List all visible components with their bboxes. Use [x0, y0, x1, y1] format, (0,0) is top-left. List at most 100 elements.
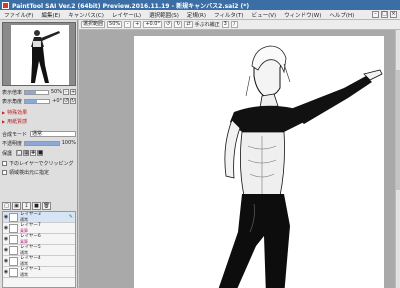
layer-mode: 通常 — [20, 250, 28, 255]
stabilizer-select[interactable]: 3 — [221, 21, 229, 28]
close-button[interactable]: × — [390, 11, 397, 18]
blend-mode-select[interactable]: 通常 — [30, 131, 76, 137]
lock-alpha-icon[interactable]: ■ — [37, 150, 44, 156]
menu-help[interactable]: ヘルプ(H) — [325, 11, 358, 19]
blend-mode-label: 合成モード — [2, 131, 28, 138]
zoom-value: 50% — [50, 89, 62, 95]
menu-window[interactable]: ウィンドウ(W) — [280, 11, 325, 19]
clip-row: 下のレイヤーでクリッピング — [2, 159, 76, 167]
clip-label: 下のレイヤーでクリッピング — [9, 160, 74, 167]
zoom-slider[interactable] — [24, 89, 49, 95]
rotate-ccw-icon[interactable]: ↺ — [164, 21, 173, 28]
layer-item[interactable]: ◉ レイヤー5 通常 — [3, 245, 75, 256]
expand-triangle-icon: ▶ — [2, 110, 6, 115]
layer-list: ◉ レイヤー3 通常 ✎ ◉ レイヤー7 乗算 ◉ レイヤー6 乗算 ◉ レイヤ… — [2, 211, 76, 288]
special-effects-section[interactable]: ▶ 特殊効果 — [2, 109, 76, 116]
clear-layer-button[interactable]: ■ — [32, 201, 41, 210]
layer-mode: 乗算 — [20, 228, 28, 233]
layer-thumbnail — [9, 223, 18, 233]
menu-file[interactable]: ファイル(F) — [0, 11, 37, 19]
stabilizer-label: 手ぶれ補正 — [194, 22, 220, 28]
angle-value: +0° — [52, 98, 62, 104]
layer-thumbnail — [9, 212, 18, 222]
layer-item[interactable]: ◉ レイヤー3 通常 ✎ — [3, 212, 75, 223]
layer-item[interactable]: ◉ レイヤー7 乗算 — [3, 223, 75, 234]
scrollbar-thumb[interactable] — [396, 70, 400, 190]
opacity-slider[interactable] — [24, 140, 60, 146]
layer-item[interactable]: ◉ レイヤー6 乗算 — [3, 234, 75, 245]
source-label: 領域検出元に指定 — [9, 169, 50, 176]
zoom-row: 表示倍率 50% - + — [2, 88, 76, 96]
layer-item[interactable]: ◉ レイヤー4 通常 — [3, 256, 75, 267]
expand-triangle-icon: ▶ — [2, 119, 6, 124]
menu-selection[interactable]: 選択範囲(S) — [145, 11, 183, 19]
app-icon — [2, 1, 9, 9]
drawing-canvas[interactable] — [134, 36, 384, 288]
paper-texture-section[interactable]: ▶ 用紙質感 — [2, 118, 76, 125]
title-bar: PaintTool SAI Ver.2 (64bit) Preview.2016… — [0, 0, 400, 10]
protect-label: 保護 — [2, 150, 13, 157]
lock-icon[interactable]: □ — [16, 150, 23, 156]
layer-item[interactable]: ◉ レイヤー1 通常 — [3, 267, 75, 278]
maximize-button[interactable]: □ — [381, 11, 388, 18]
blend-mode-row: 合成モード 通常 — [2, 130, 76, 138]
new-folder-button[interactable]: ▣ — [12, 201, 21, 210]
zoom-out-toolbar-button[interactable]: - — [124, 21, 132, 28]
window-title: PaintTool SAI Ver.2 (64bit) Preview.2016… — [12, 2, 250, 10]
paper-texture-label: 用紙質感 — [7, 119, 28, 125]
rotate-cw-icon[interactable]: ↻ — [174, 21, 183, 28]
zoom-label: 表示倍率 — [2, 89, 23, 96]
clip-checkbox[interactable] — [2, 160, 7, 166]
angle-row: 表示角度 +0° ↺ ↻ — [2, 97, 76, 105]
zoom-out-button[interactable]: - — [63, 89, 69, 95]
canvas-toolbar: 選択範囲 50% - + +0.0° ↺ ↻ ⇄ 手ぶれ補正 3 ∕ — [79, 20, 400, 30]
navigator-thumbnail — [11, 25, 69, 85]
layer-thumbnail — [9, 267, 18, 277]
zoom-select[interactable]: 50% — [107, 21, 123, 28]
pen-pressure-icon[interactable]: ∕ — [230, 21, 238, 28]
rotate-right-button[interactable]: ↻ — [70, 98, 76, 104]
opacity-row: 不透明度 100% — [2, 139, 76, 147]
angle-slider[interactable] — [24, 98, 51, 104]
rotate-left-button[interactable]: ↺ — [63, 98, 69, 104]
navigator-preview[interactable] — [2, 22, 76, 86]
flip-icon[interactable]: ⇄ — [184, 21, 193, 28]
source-checkbox[interactable] — [2, 169, 7, 175]
special-effects-label: 特殊効果 — [7, 110, 28, 116]
layer-mode: 通常 — [20, 217, 28, 222]
layer-actions: □ ▣ ↧ ■ 🗑 — [2, 201, 76, 210]
menu-layer[interactable]: レイヤー(L) — [108, 11, 145, 19]
canvas-area[interactable] — [79, 30, 400, 288]
selection-button[interactable]: 選択範囲 — [81, 21, 106, 28]
menu-edit[interactable]: 編集(E) — [37, 11, 64, 19]
figure-illustration — [218, 45, 383, 288]
layer-thumbnail — [9, 256, 18, 266]
source-row: 領域検出元に指定 — [2, 168, 76, 176]
angle-label: 表示角度 — [2, 98, 23, 105]
vertical-scrollbar[interactable] — [395, 30, 400, 288]
left-panel: 表示倍率 50% - + 表示角度 +0° ↺ ↻ ▶ 特殊効果 ▶ 用紙質感 … — [0, 20, 78, 288]
protect-row: 保護 □ ▦ ✚ ■ — [2, 149, 76, 157]
layer-mode: 通常 — [20, 261, 28, 266]
layer-mode: 乗算 — [20, 239, 28, 244]
layer-mode: 通常 — [20, 272, 28, 277]
window-controls: – □ × — [372, 11, 400, 18]
zoom-in-toolbar-button[interactable]: + — [133, 21, 142, 28]
menu-ruler[interactable]: 定規(R) — [183, 11, 210, 19]
menu-filter[interactable]: フィルタ(T) — [210, 11, 248, 19]
menu-bar: ファイル(F) 編集(E) キャンバス(C) レイヤー(L) 選択範囲(S) 定… — [0, 10, 400, 20]
minimize-button[interactable]: – — [372, 11, 379, 18]
delete-layer-button[interactable]: 🗑 — [42, 201, 51, 210]
layer-thumbnail — [9, 234, 18, 244]
menu-canvas[interactable]: キャンバス(C) — [64, 11, 108, 19]
menu-view[interactable]: ビュー(V) — [248, 11, 281, 19]
zoom-in-button[interactable]: + — [70, 89, 76, 95]
merge-down-button[interactable]: ↧ — [22, 201, 31, 210]
new-layer-button[interactable]: □ — [2, 201, 11, 210]
layer-thumbnail — [9, 245, 18, 255]
pen-icon: ✎ — [68, 214, 73, 220]
lock-move-icon[interactable]: ✚ — [30, 150, 37, 156]
navigator-figure-icon — [31, 30, 60, 83]
lock-pixel-icon[interactable]: ▦ — [23, 150, 30, 156]
angle-select[interactable]: +0.0° — [143, 21, 162, 28]
